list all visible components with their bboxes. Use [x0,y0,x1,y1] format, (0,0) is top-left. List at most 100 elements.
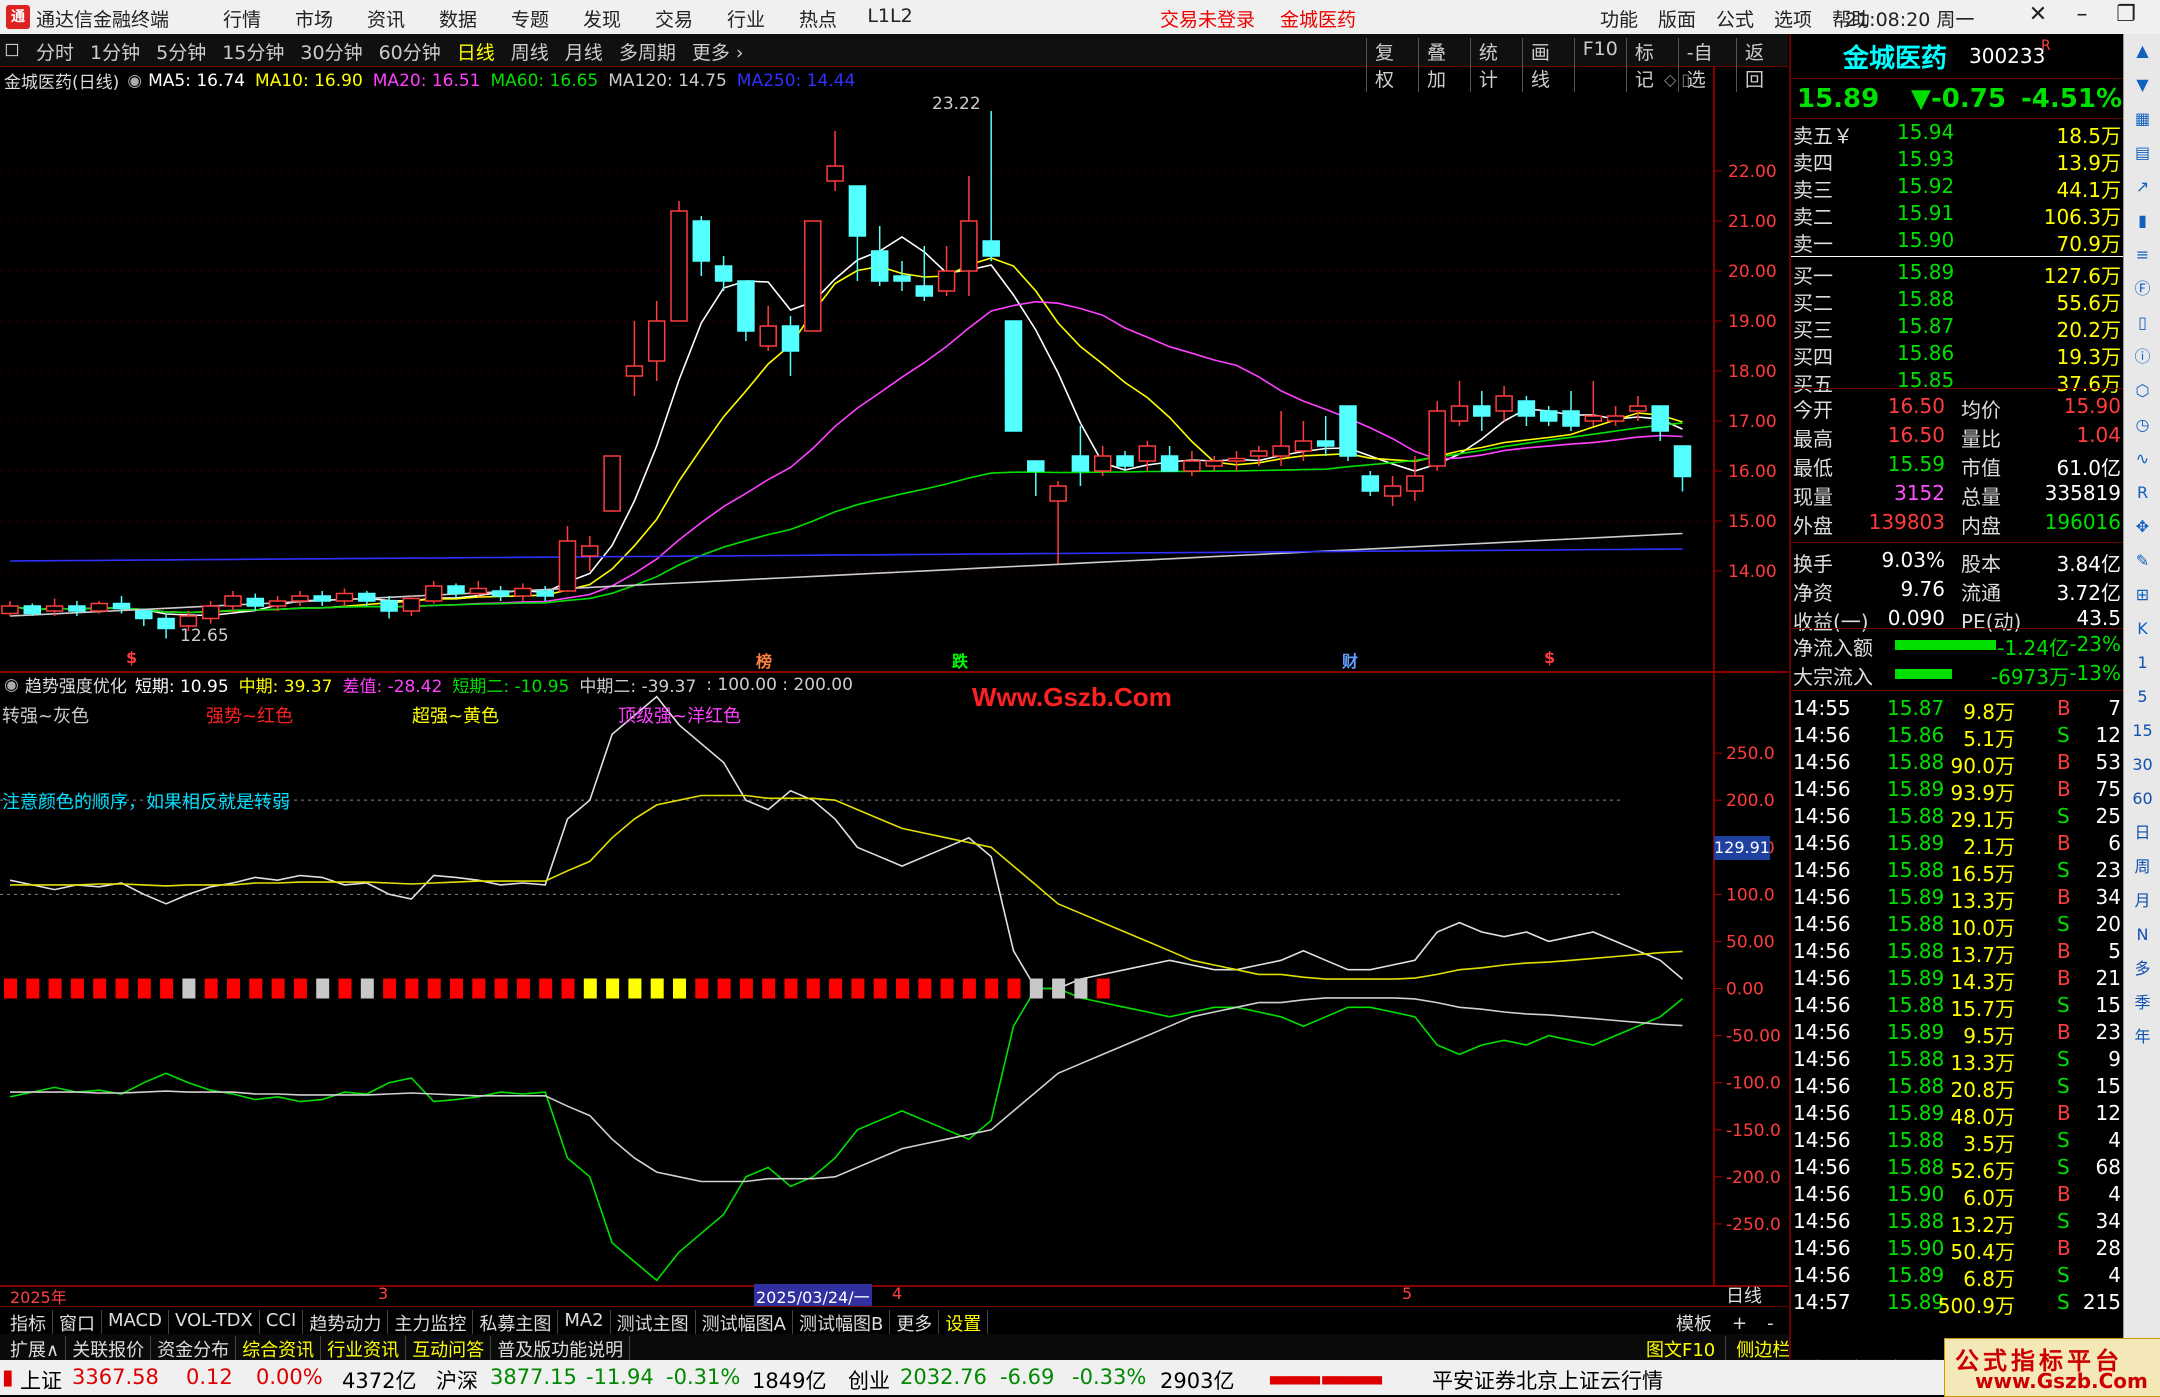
period-tab[interactable]: 5分钟 [156,38,206,65]
candle-body[interactable] [447,585,465,595]
sidebar-period[interactable]: N [2124,918,2160,952]
menu-item[interactable]: 交易 [638,5,710,32]
menu-item[interactable]: 数据 [422,5,494,32]
sidebar-period[interactable]: 1 [2124,646,2160,680]
sidebar-period[interactable]: 周 [2124,850,2160,884]
event-mark[interactable]: $ [126,648,137,667]
candle-body[interactable] [1495,395,1513,412]
extension-tab[interactable]: 资金分布 [151,1336,237,1362]
info-icon[interactable]: ⓘ [2124,340,2160,374]
sidebar-period[interactable]: 年 [2124,1020,2160,1054]
candle-body[interactable] [157,617,175,630]
menu-item[interactable]: 发现 [566,5,638,32]
candle-body[interactable] [1428,410,1446,467]
candle-body[interactable] [1116,455,1134,467]
extension-tab[interactable]: 普及版功能说明 [491,1336,631,1362]
grid-icon[interactable]: ▤ [2124,136,2160,170]
candle-body[interactable] [1316,440,1335,447]
clock-icon[interactable]: ◷ [2124,408,2160,442]
candle-body[interactable] [804,220,822,332]
fs-icon[interactable]: ⊞ [2124,578,2160,612]
candle-body[interactable] [870,250,889,282]
chart-icon[interactable]: ▦ [2124,102,2160,136]
indicator-tab[interactable]: 测试幅图B [793,1310,891,1336]
candle-body[interactable] [224,595,242,607]
hex-icon[interactable]: ⬡ [2124,374,2160,408]
candle-body[interactable] [313,595,331,602]
candle-body[interactable] [335,592,354,602]
settings-icon[interactable]: ◉ [4,675,19,695]
candle-body[interactable] [1361,475,1380,492]
candle-body[interactable] [581,545,599,557]
candle-icon[interactable]: ▮ [2124,204,2160,238]
indicator-tab[interactable]: VOL-TDX [169,1310,260,1336]
candle-body[interactable] [1562,410,1580,427]
candle-body[interactable] [647,320,666,362]
candle-body[interactable] [514,587,532,597]
candle-body[interactable] [670,210,688,322]
list-icon[interactable]: ≡ [2124,238,2160,272]
candle-body[interactable] [358,592,376,602]
sh-name[interactable]: 上证 [20,1365,62,1395]
candle-body[interactable] [625,365,644,377]
sidebar-period[interactable]: 5 [2124,680,2160,714]
sidebar-period[interactable]: 日 [2124,816,2160,850]
indicator-tab[interactable]: 测试幅图A [696,1310,793,1336]
candle-body[interactable] [469,587,488,595]
candle-body[interactable] [1383,485,1402,497]
period-tab[interactable]: 1分钟 [90,38,140,65]
candle-body[interactable] [848,185,867,237]
extension-tab[interactable]: 关联报价 [66,1336,152,1362]
candle-body[interactable] [1160,455,1179,472]
restore-icon[interactable]: ❐ [2104,2,2148,27]
cy-name[interactable]: 创业 [848,1365,890,1395]
extension-tab[interactable]: 互动问答 [406,1336,492,1362]
close-icon[interactable]: ✕ [2148,2,2160,27]
menu-item[interactable]: 专题 [494,5,566,32]
indicator-tab[interactable]: MA2 [558,1310,611,1336]
period-tab[interactable]: 60分钟 [379,38,441,65]
period-tab[interactable]: 日线 [457,38,495,65]
candle-body[interactable] [23,605,42,615]
candle-body[interactable] [692,220,711,262]
sidebar-period[interactable]: 30 [2124,748,2160,782]
candle-body[interactable] [1205,460,1223,467]
settings-icon[interactable]: ◉ [127,71,142,91]
candle-body[interactable] [1517,400,1536,417]
period-tab[interactable]: 15分钟 [222,38,284,65]
period-tab[interactable]: 分时 [36,38,74,65]
candle-body[interactable] [201,605,220,620]
menu-item[interactable]: 版面 [1648,5,1706,32]
candle-body[interactable] [1294,440,1313,452]
pen-icon[interactable]: ✎ [2124,544,2160,578]
f10-icon[interactable]: Ⓕ [2124,272,2160,306]
candle-body[interactable] [1673,445,1692,478]
indicator-tab[interactable]: 更多 [890,1310,940,1336]
menu-item[interactable]: 市场 [278,5,350,32]
menu-item[interactable]: 行情 [206,5,278,32]
indicator-tab[interactable]: 主力监控 [388,1310,474,1336]
candle-body[interactable] [424,585,443,602]
k-icon[interactable]: K [2124,612,2160,646]
menu-item[interactable]: 功能 [1590,5,1648,32]
candle-body[interactable] [781,325,800,352]
candle-body[interactable] [982,240,1000,257]
doc-icon[interactable]: ▯ [2124,306,2160,340]
menu-item[interactable]: 行业 [710,5,782,32]
server-name[interactable]: 平安证券北京上证云行情 [1432,1365,1663,1395]
candle-body[interactable] [960,220,978,272]
indicator-tab[interactable]: 测试主图 [611,1310,696,1336]
menu-item[interactable]: 公式 [1706,5,1764,32]
rsi-icon[interactable]: R [2124,476,2160,510]
arrow-down-icon[interactable]: ▼ [2124,68,2160,102]
indicator-tab[interactable]: 设置 [939,1310,989,1336]
candle-body[interactable] [826,165,844,182]
event-mark[interactable]: 跌 [952,648,968,672]
candle-body[interactable] [1049,485,1067,502]
candle-body[interactable] [603,455,621,512]
candle-body[interactable] [714,265,733,282]
candle-body[interactable] [1227,457,1246,462]
hs-name[interactable]: 沪深 [436,1365,478,1395]
candle-body[interactable] [536,590,554,597]
candle-body[interactable] [1183,460,1201,472]
